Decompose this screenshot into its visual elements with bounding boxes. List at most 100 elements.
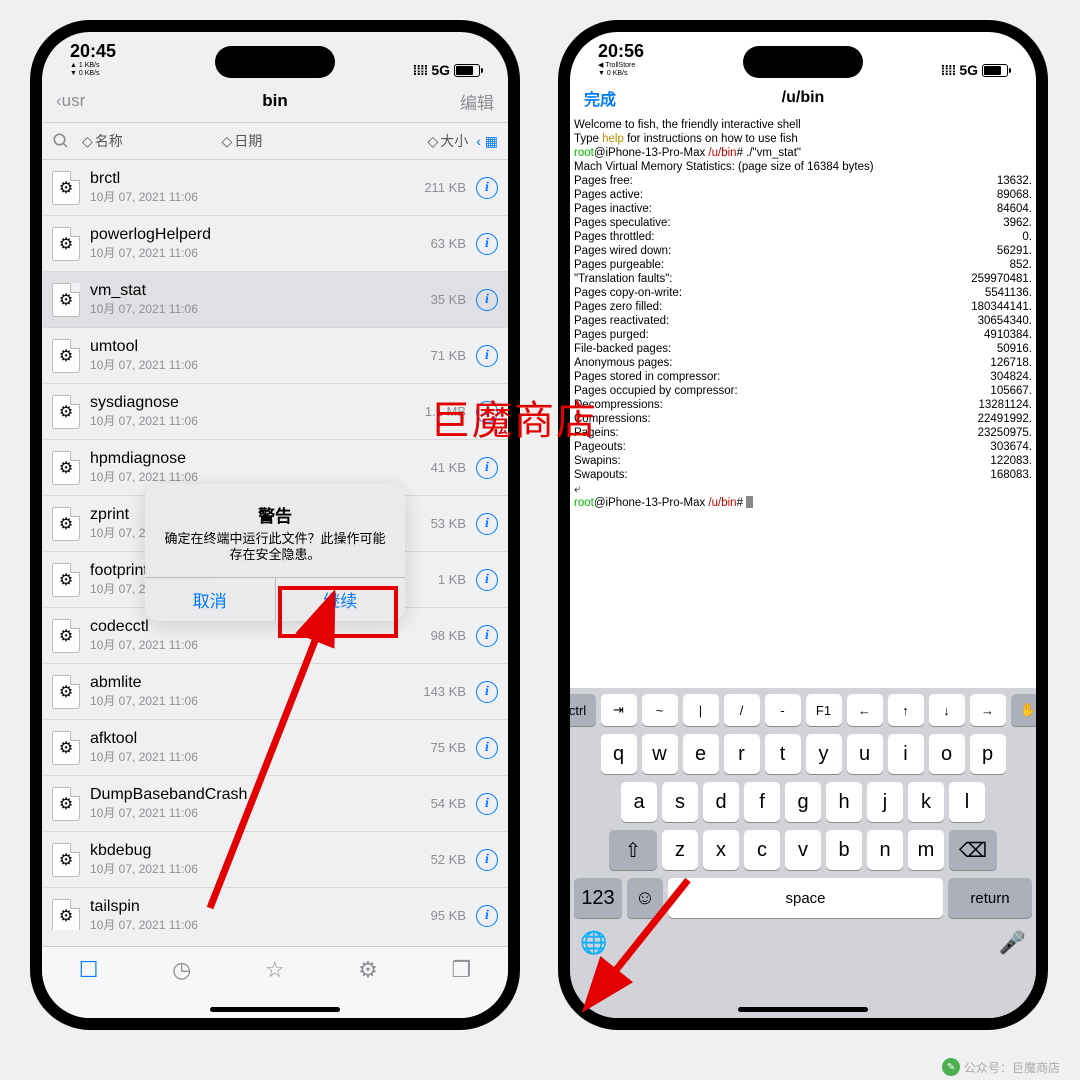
file-size: 75 KB — [431, 740, 466, 755]
status-download: ▼ 0 KB/s — [70, 70, 100, 78]
key-d[interactable]: d — [703, 782, 739, 822]
key-q[interactable]: q — [601, 734, 637, 774]
info-button[interactable]: i — [476, 289, 498, 311]
key-✋[interactable]: ✋ — [1011, 694, 1037, 726]
file-name: sysdiagnose — [90, 394, 425, 412]
key-l[interactable]: l — [949, 782, 985, 822]
info-button[interactable]: i — [476, 849, 498, 871]
key-return[interactable]: return — [948, 878, 1032, 918]
file-name: powerlogHelperd — [90, 226, 431, 244]
file-size: 54 KB — [431, 796, 466, 811]
key-h[interactable]: h — [826, 782, 862, 822]
key-f[interactable]: f — [744, 782, 780, 822]
key-x[interactable]: x — [703, 830, 739, 870]
done-button[interactable]: 完成 — [584, 86, 616, 110]
sort-date[interactable]: ◇ 日期 — [221, 131, 360, 151]
key-F1[interactable]: F1 — [806, 694, 842, 726]
file-row[interactable]: ⚙brctl10月 07, 2021 11:06211 KBi — [42, 160, 508, 216]
tab-windows-icon[interactable]: ❐ — [451, 957, 471, 983]
status-time: 20:45 — [70, 41, 116, 62]
file-size: 41 KB — [431, 460, 466, 475]
tab-recent-icon[interactable]: ☐ — [79, 957, 99, 983]
file-name: umtool — [90, 338, 431, 356]
info-button[interactable]: i — [476, 233, 498, 255]
key-k[interactable]: k — [908, 782, 944, 822]
tab-favorite-icon[interactable]: ☆ — [265, 957, 285, 983]
file-row[interactable]: ⚙umtool10月 07, 2021 11:0671 KBi — [42, 328, 508, 384]
key-⌫[interactable]: ⌫ — [949, 830, 997, 870]
info-button[interactable]: i — [476, 681, 498, 703]
nav-title: bin — [262, 91, 288, 111]
key-y[interactable]: y — [806, 734, 842, 774]
key-g[interactable]: g — [785, 782, 821, 822]
terminal-line: Compressions:22491992. — [574, 412, 1032, 426]
key-|[interactable]: | — [683, 694, 719, 726]
terminal-line: Pageouts:303674. — [574, 440, 1032, 454]
info-button[interactable]: i — [476, 345, 498, 367]
key-⇧[interactable]: ⇧ — [609, 830, 657, 870]
key-space[interactable]: space — [668, 878, 943, 918]
key-←[interactable]: ← — [847, 694, 883, 726]
key-ctrl[interactable]: ctrl — [570, 694, 596, 726]
view-toggle[interactable]: ‹ ▦ — [476, 133, 498, 150]
tab-settings-icon[interactable]: ⚙ — [358, 957, 378, 983]
alert-message: 确定在终端中运行此文件？此操作可能存在安全隐患。 — [161, 531, 389, 563]
key-e[interactable]: e — [683, 734, 719, 774]
terminal-line: Pages stored in compressor:304824. — [574, 370, 1032, 384]
info-button[interactable]: i — [476, 569, 498, 591]
file-icon: ⚙ — [52, 675, 80, 709]
status-app-return[interactable]: ◀ TrollStore — [598, 62, 635, 70]
mic-icon[interactable]: 🎤 — [999, 930, 1026, 956]
battery-icon — [982, 64, 1008, 77]
terminal-line: Pages zero filled:180344141. — [574, 300, 1032, 314]
sort-name[interactable]: ◇ 名称 — [82, 131, 221, 151]
key-/[interactable]: / — [724, 694, 760, 726]
key-~[interactable]: ~ — [642, 694, 678, 726]
info-button[interactable]: i — [476, 793, 498, 815]
info-button[interactable]: i — [476, 457, 498, 479]
file-size: 95 KB — [431, 908, 466, 923]
info-button[interactable]: i — [476, 177, 498, 199]
file-row[interactable]: ⚙vm_stat10月 07, 2021 11:0635 KBi — [42, 272, 508, 328]
home-indicator[interactable] — [210, 1007, 340, 1012]
key--[interactable]: - — [765, 694, 801, 726]
terminal-line: Pages purged:4910384. — [574, 328, 1032, 342]
key-↑[interactable]: ↑ — [888, 694, 924, 726]
search-icon[interactable] — [52, 132, 82, 150]
file-icon: ⚙ — [52, 171, 80, 205]
key-p[interactable]: p — [970, 734, 1006, 774]
back-button[interactable]: ‹ usr — [56, 91, 85, 111]
key-m[interactable]: m — [908, 830, 944, 870]
key-b[interactable]: b — [826, 830, 862, 870]
info-button[interactable]: i — [476, 905, 498, 927]
key-→[interactable]: → — [970, 694, 1006, 726]
key-r[interactable]: r — [724, 734, 760, 774]
key-n[interactable]: n — [867, 830, 903, 870]
info-button[interactable]: i — [476, 737, 498, 759]
key-t[interactable]: t — [765, 734, 801, 774]
key-a[interactable]: a — [621, 782, 657, 822]
key-c[interactable]: c — [744, 830, 780, 870]
key-⇥[interactable]: ⇥ — [601, 694, 637, 726]
key-↓[interactable]: ↓ — [929, 694, 965, 726]
key-i[interactable]: i — [888, 734, 924, 774]
terminal-title: /u/bin — [782, 89, 825, 107]
notch — [743, 46, 863, 78]
key-o[interactable]: o — [929, 734, 965, 774]
sort-size[interactable]: ◇ 大小 — [361, 131, 476, 151]
key-z[interactable]: z — [662, 830, 698, 870]
terminal-line: Type help for instructions on how to use… — [574, 132, 1032, 146]
key-v[interactable]: v — [785, 830, 821, 870]
key-u[interactable]: u — [847, 734, 883, 774]
file-row[interactable]: ⚙powerlogHelperd10月 07, 2021 11:0663 KBi — [42, 216, 508, 272]
home-indicator[interactable] — [738, 1007, 868, 1012]
terminal-output[interactable]: Welcome to fish, the friendly interactiv… — [570, 116, 1036, 646]
key-w[interactable]: w — [642, 734, 678, 774]
tab-history-icon[interactable]: ◷ — [172, 957, 191, 983]
key-j[interactable]: j — [867, 782, 903, 822]
file-date: 10月 07, 2021 11:06 — [90, 300, 431, 317]
info-button[interactable]: i — [476, 625, 498, 647]
edit-button[interactable]: 编辑 — [460, 89, 494, 114]
info-button[interactable]: i — [476, 513, 498, 535]
key-s[interactable]: s — [662, 782, 698, 822]
